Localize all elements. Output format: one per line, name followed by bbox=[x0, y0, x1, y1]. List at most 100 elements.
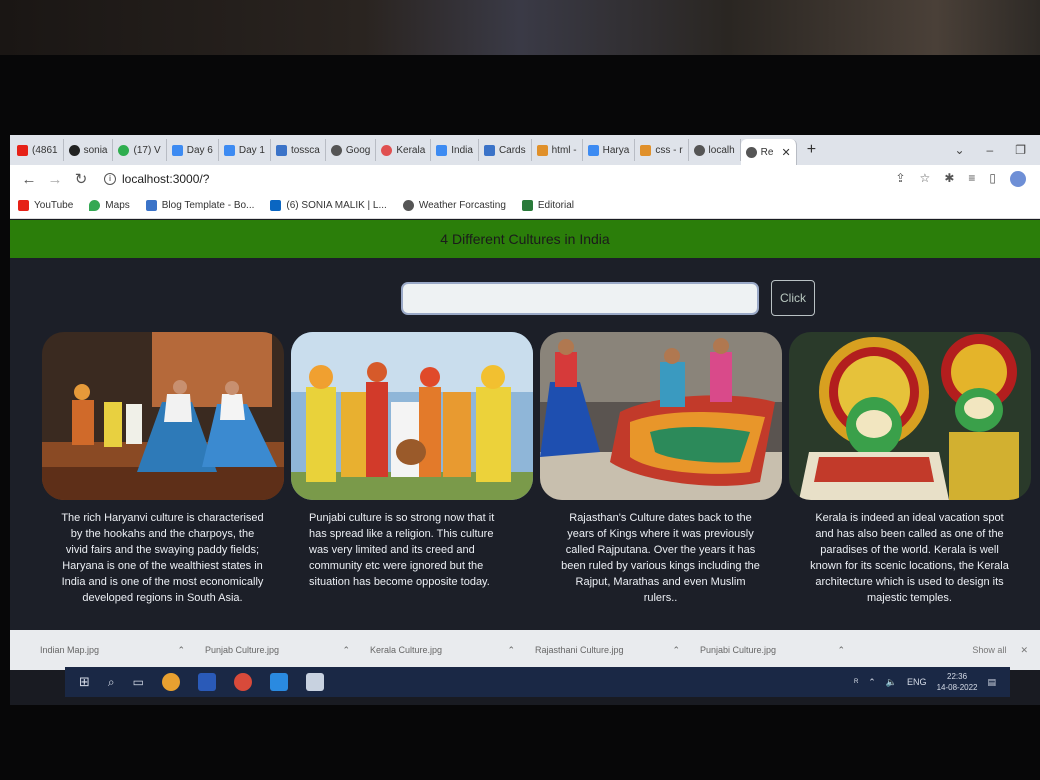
share-icon[interactable]: ⇪ bbox=[895, 171, 905, 187]
chevron-up-icon[interactable]: ⌃ bbox=[672, 645, 680, 656]
bookmark-weather[interactable]: Weather Forcasting bbox=[402, 200, 506, 211]
bookmark-youtube[interactable]: YouTube bbox=[18, 200, 73, 211]
show-all-button[interactable]: Show all bbox=[972, 645, 1006, 656]
globe-icon bbox=[330, 144, 342, 156]
drive-icon bbox=[171, 144, 183, 156]
card-text-haryana: The rich Haryanvi culture is characteris… bbox=[61, 512, 264, 604]
profile-avatar[interactable] bbox=[1010, 171, 1026, 187]
system-tray: ᴿ ⌃ 🔈 ENG 22:36 14-08-2022 ▤ bbox=[854, 671, 996, 693]
card-text-kerala: Kerala is indeed an ideal vacation spot … bbox=[810, 512, 1009, 604]
tab-0[interactable]: (4861 bbox=[12, 139, 64, 161]
download-item[interactable]: Punjabi Culture.jpg ⌃ bbox=[700, 645, 865, 656]
bookmark-blog-template[interactable]: Blog Template - Bo... bbox=[145, 200, 254, 211]
tab-6[interactable]: Goog bbox=[326, 139, 377, 161]
cards-row: The rich Haryanvi culture is characteris… bbox=[40, 332, 1032, 606]
chevron-up-icon[interactable]: ⌃ bbox=[507, 645, 515, 656]
tab-5[interactable]: tossca bbox=[271, 139, 326, 161]
favicon-icon bbox=[275, 144, 287, 156]
favicon-icon bbox=[17, 144, 28, 156]
tab-8[interactable]: India bbox=[431, 139, 479, 161]
download-shelf: Indian Map.jpg ⌃ Punjab Culture.jpg ⌃ Kera… bbox=[10, 630, 1040, 670]
notifications-icon[interactable]: ▤ bbox=[987, 677, 996, 688]
language-indicator[interactable]: ENG bbox=[907, 677, 927, 687]
star-icon[interactable]: ☆ bbox=[920, 171, 931, 187]
address-bar: ← → ↻ i localhost:3000/? ⇪ ☆ ✱ ≡ ▯ bbox=[10, 165, 1040, 193]
page-content: 4 Different Cultures in India Click The … bbox=[10, 220, 1040, 630]
tab-2[interactable]: (17) V bbox=[113, 139, 167, 161]
download-actions: Show all ✕ bbox=[972, 645, 1028, 656]
tab-1[interactable]: sonia bbox=[64, 139, 114, 161]
reload-icon[interactable]: ↻ bbox=[68, 170, 94, 188]
bookmark-maps[interactable]: Maps bbox=[89, 200, 130, 211]
card-punjab: Punjabi culture is so strong now that it… bbox=[289, 332, 534, 606]
tab-active[interactable]: Re ✕ bbox=[740, 139, 797, 165]
restore-icon[interactable]: ❐ bbox=[1015, 143, 1026, 157]
card-image-kerala bbox=[788, 332, 1031, 500]
sidepanel-icon[interactable]: ▯ bbox=[989, 171, 996, 187]
chevron-up-icon[interactable]: ⌃ bbox=[837, 645, 845, 656]
bookmark-linkedin[interactable]: (6) SONIA MALIK | L... bbox=[270, 200, 387, 211]
chevron-up-icon[interactable]: ⌃ bbox=[342, 645, 350, 656]
window-controls: ⌄ – ❐ bbox=[954, 143, 1026, 157]
favicon-icon bbox=[118, 144, 130, 156]
stackoverflow-icon bbox=[640, 144, 652, 156]
chevron-down-icon[interactable]: ⌄ bbox=[954, 143, 964, 157]
download-item[interactable]: Indian Map.jpg ⌃ bbox=[40, 645, 205, 656]
page-header: 4 Different Cultures in India bbox=[10, 220, 1040, 258]
extensions-icon[interactable]: ✱ bbox=[944, 171, 954, 187]
card-haryana: The rich Haryanvi culture is characteris… bbox=[40, 332, 285, 606]
chrome-icon[interactable] bbox=[161, 673, 180, 691]
forward-icon[interactable]: → bbox=[42, 171, 68, 188]
card-rajasthan: Rajasthan's Culture dates back to the ye… bbox=[538, 332, 783, 606]
bookmarks-bar: YouTube Maps Blog Template - Bo... (6) S… bbox=[10, 193, 1040, 219]
photos-icon[interactable] bbox=[197, 673, 216, 691]
download-item[interactable]: Punjab Culture.jpg ⌃ bbox=[205, 645, 370, 656]
close-tab-icon[interactable]: ✕ bbox=[781, 146, 790, 159]
back-icon[interactable]: ← bbox=[16, 171, 42, 188]
bookmark-editorial[interactable]: Editorial bbox=[521, 200, 574, 211]
minimize-icon[interactable]: – bbox=[987, 143, 994, 157]
favicon-icon bbox=[381, 144, 393, 156]
docs-icon bbox=[223, 144, 235, 156]
new-tab-button[interactable]: + bbox=[807, 141, 816, 159]
maps-icon bbox=[89, 200, 101, 211]
chrome-icon[interactable] bbox=[233, 673, 252, 691]
card-kerala: Kerala is indeed an ideal vacation spot … bbox=[787, 332, 1032, 606]
tab-11[interactable]: Harya bbox=[583, 139, 636, 161]
card-image-haryana bbox=[41, 332, 284, 500]
tab-13[interactable]: localh bbox=[689, 139, 741, 161]
card-image-punjab bbox=[290, 332, 533, 500]
window-icon[interactable] bbox=[305, 673, 324, 691]
tab-10[interactable]: html - bbox=[532, 139, 583, 161]
click-button[interactable]: Click bbox=[771, 280, 815, 316]
card-image-rajasthan bbox=[539, 332, 782, 500]
download-item[interactable]: Kerala Culture.jpg ⌃ bbox=[370, 645, 535, 656]
url-field[interactable]: i localhost:3000/? bbox=[104, 172, 209, 186]
info-icon[interactable]: i bbox=[104, 173, 116, 185]
search-row: Click bbox=[401, 280, 815, 316]
vscode-icon[interactable] bbox=[269, 673, 288, 691]
page-title: 4 Different Cultures in India bbox=[440, 231, 610, 247]
tab-3[interactable]: Day 6 bbox=[167, 139, 219, 161]
tab-12[interactable]: css - r bbox=[635, 139, 689, 161]
windows-start-icon[interactable]: ⊞ bbox=[79, 674, 90, 690]
background-room bbox=[0, 0, 1040, 60]
clock[interactable]: 22:36 14-08-2022 bbox=[937, 671, 978, 693]
chevron-up-icon[interactable]: ⌃ bbox=[177, 645, 185, 656]
download-item[interactable]: Rajasthani Culture.jpg ⌃ bbox=[535, 645, 700, 656]
chevron-up-icon[interactable]: ⌃ bbox=[868, 677, 876, 688]
search-icon[interactable]: ⌕ bbox=[108, 675, 115, 690]
card-text-punjab: Punjabi culture is so strong now that it… bbox=[309, 512, 495, 588]
bing-icon bbox=[436, 144, 448, 156]
tab-9[interactable]: Cards bbox=[479, 139, 532, 161]
volume-icon[interactable]: 🔈 bbox=[886, 677, 897, 688]
people-icon[interactable]: ᴿ bbox=[854, 677, 858, 687]
search-input[interactable] bbox=[401, 281, 759, 315]
close-icon[interactable]: ✕ bbox=[1020, 645, 1028, 656]
tab-7[interactable]: Kerala bbox=[376, 139, 432, 161]
windows-taskbar: ⊞ ⌕ ▭ ᴿ ⌃ 🔈 ENG 22:36 14-08-2022 ▤ bbox=[65, 667, 1010, 697]
card-text-rajasthan: Rajasthan's Culture dates back to the ye… bbox=[561, 512, 760, 604]
task-view-icon[interactable]: ▭ bbox=[133, 675, 144, 689]
tab-4[interactable]: Day 1 bbox=[219, 139, 271, 161]
reading-list-icon[interactable]: ≡ bbox=[968, 171, 975, 187]
